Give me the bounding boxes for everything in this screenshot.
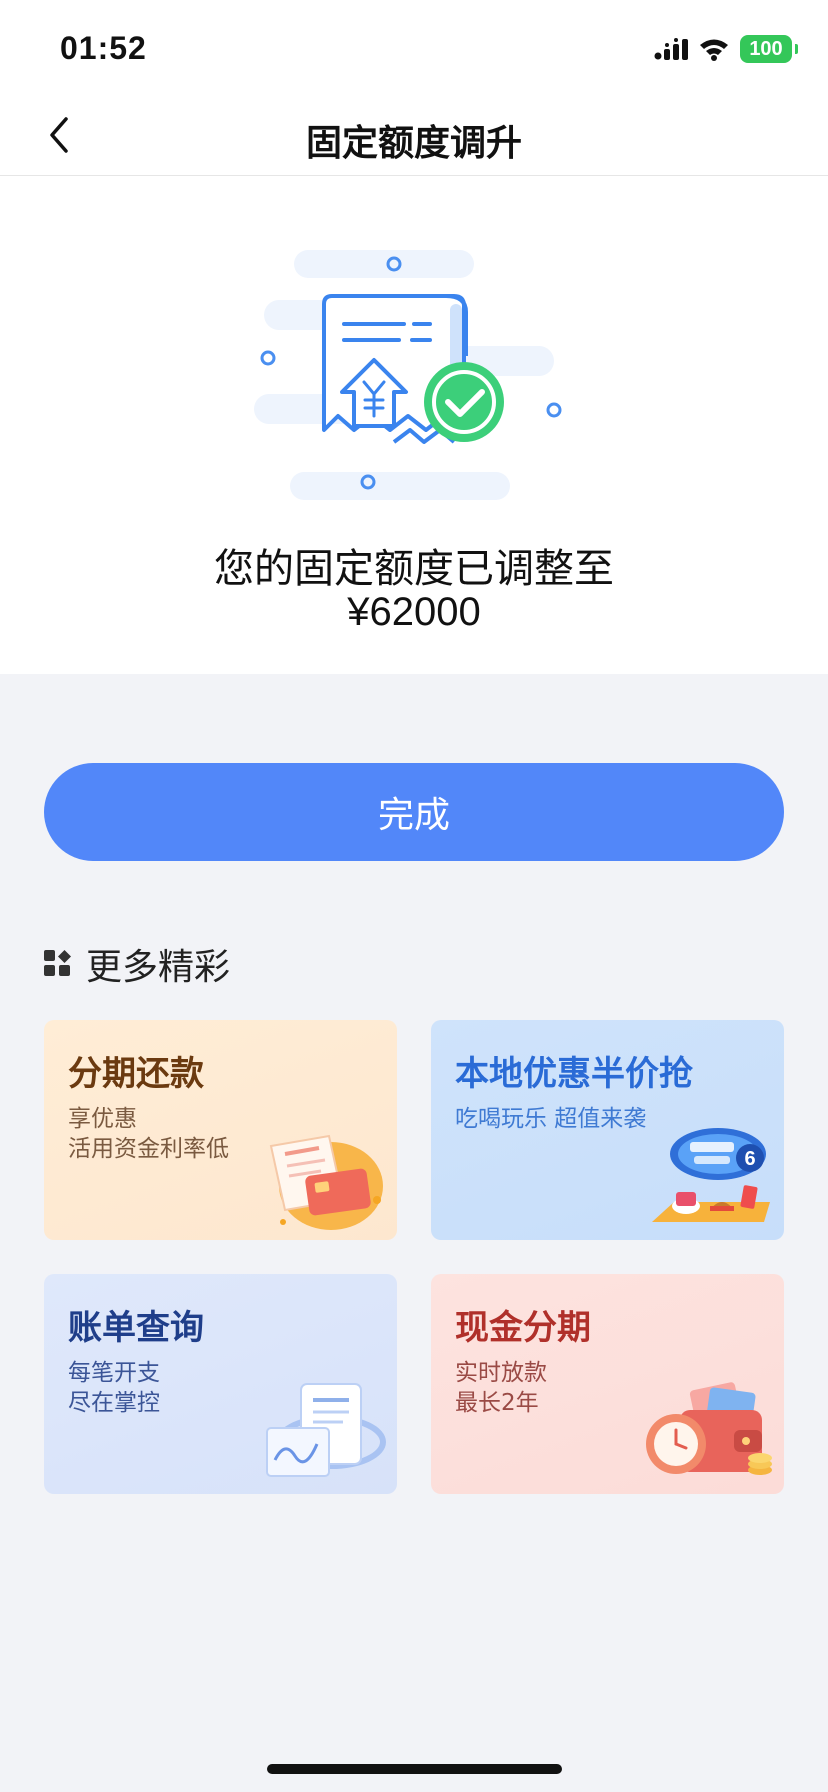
promo-card-local-deals[interactable]: 本地优惠半价抢 吃喝玩乐 超值来袭 6: [431, 1020, 784, 1240]
promo-title: 分期还款: [68, 1054, 204, 1094]
promo-subtitle: 吃喝玩乐 超值来袭: [455, 1104, 646, 1134]
battery-icon: 100: [740, 35, 798, 63]
wallet-clock-icon: [646, 1382, 772, 1475]
promo-card-bill-inquiry[interactable]: 账单查询 每笔开支 尽在掌控: [44, 1274, 397, 1494]
promo-subtitle-line: 吃喝玩乐 超值来袭: [455, 1106, 647, 1132]
nav-bar: 固定额度调升: [0, 94, 828, 176]
promo-title: 本地优惠半价抢: [455, 1054, 693, 1094]
status-icons: 100: [654, 34, 798, 64]
statement-chart-icon: [266, 1383, 386, 1477]
wifi-icon: [700, 39, 728, 61]
page-title: 固定额度调升: [305, 123, 522, 164]
page: 01:52 100 固定额度调升 您的固定额度已调整至 ¥62000 完成 更多…: [0, 0, 828, 1792]
promo-subtitle-line: 每笔开支: [68, 1360, 160, 1386]
bill-card-icon: [269, 1134, 383, 1230]
status-time: 01:52: [60, 30, 147, 66]
more-title: 更多精彩: [86, 947, 231, 988]
svg-text:6: 6: [744, 1148, 755, 1170]
promo-subtitle-line: 尽在掌控: [68, 1390, 160, 1416]
promo-subtitle: 每笔开支 尽在掌控: [68, 1358, 160, 1418]
result-message: 您的固定额度已调整至: [214, 546, 614, 592]
result-amount: ¥62000: [347, 590, 481, 634]
promo-title: 现金分期: [455, 1308, 591, 1348]
grid-apps-icon: [44, 950, 71, 976]
promo-title: 账单查询: [68, 1308, 204, 1348]
promo-card-installment[interactable]: 分期还款 享优惠 活用资金利率低: [44, 1020, 397, 1240]
home-indicator: [267, 1764, 562, 1774]
promo-subtitle: 享优惠 活用资金利率低: [68, 1104, 229, 1164]
promo-card-cash-installment[interactable]: 现金分期 实时放款 最长2年: [431, 1274, 784, 1494]
promo-subtitle: 实时放款 最长2年: [455, 1358, 547, 1418]
promo-subtitle-line: 最长2年: [455, 1390, 539, 1416]
result-section: 您的固定额度已调整至 ¥62000: [0, 176, 828, 674]
promo-subtitle-line: 享优惠: [68, 1106, 137, 1132]
signal-icon: [654, 38, 688, 60]
done-button[interactable]: 完成: [44, 763, 784, 861]
receipt-success-icon: [254, 250, 562, 500]
promo-subtitle-line: 实时放款: [455, 1360, 547, 1386]
more-header: 更多精彩: [44, 942, 230, 988]
promo-subtitle-line: 活用资金利率低: [68, 1136, 229, 1162]
status-bar: 01:52 100: [0, 0, 828, 94]
saturday-food-icon: 6: [652, 1128, 770, 1222]
